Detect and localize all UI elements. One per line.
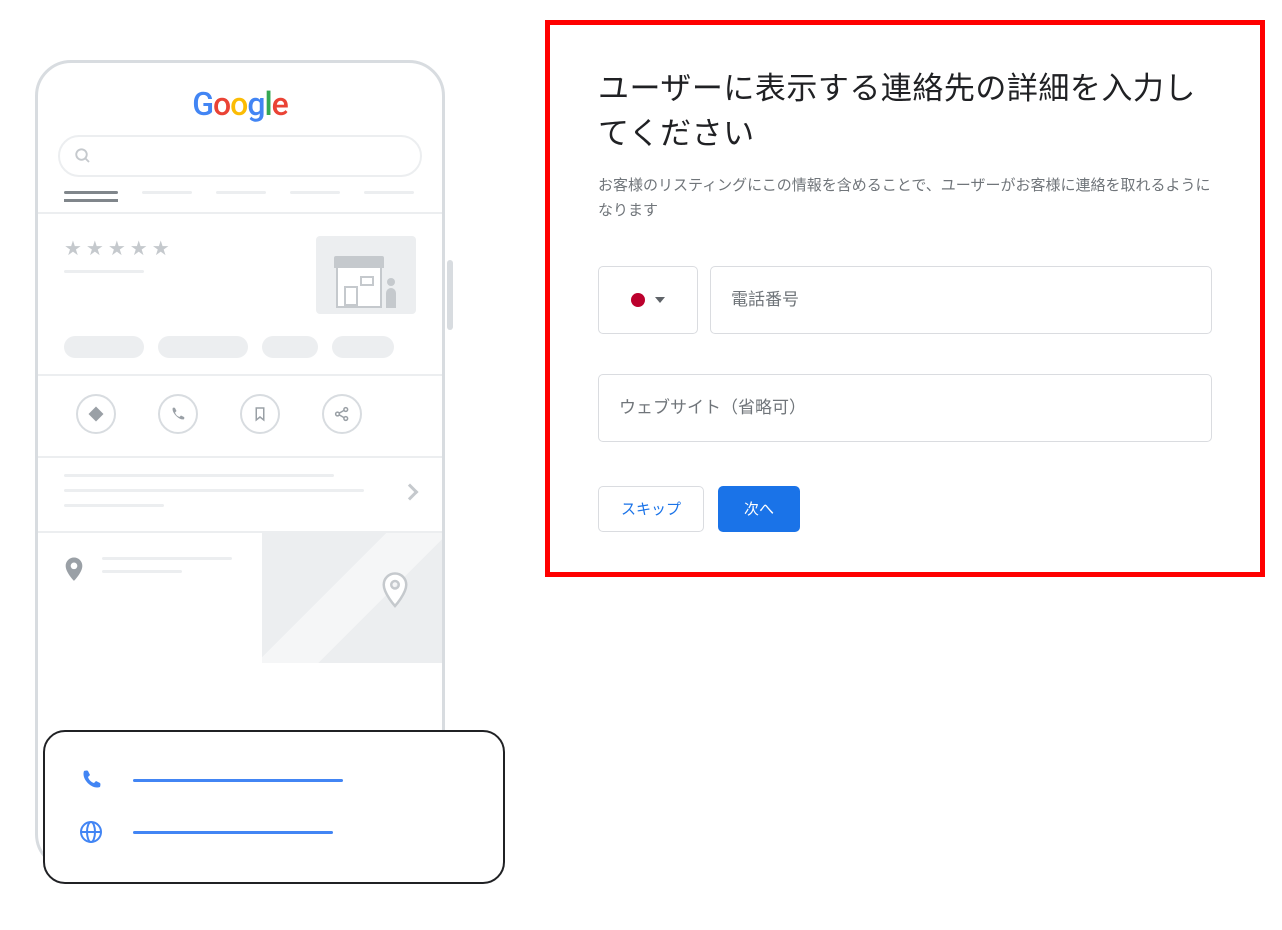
form-subtitle: お客様のリスティングにこの情報を含めることで、ユーザーがお客様に連絡を取れるよう… bbox=[598, 173, 1212, 224]
star-rating-icon: ★★★★★ bbox=[64, 236, 174, 260]
directions-icon bbox=[76, 394, 116, 434]
mock-thumbnail bbox=[316, 236, 416, 314]
phone-side-button bbox=[447, 260, 453, 330]
bookmark-icon bbox=[240, 394, 280, 434]
google-logo: Google bbox=[58, 85, 422, 123]
globe-icon bbox=[79, 820, 103, 844]
phone-number-input[interactable] bbox=[710, 266, 1212, 334]
mock-tabs bbox=[58, 191, 422, 194]
pin-icon bbox=[64, 557, 84, 587]
share-icon bbox=[322, 394, 362, 434]
mock-info-block bbox=[58, 458, 422, 531]
contact-popup bbox=[43, 730, 505, 884]
country-code-select[interactable] bbox=[598, 266, 698, 334]
form-buttons: スキップ 次へ bbox=[598, 486, 1212, 532]
contact-form-panel: ユーザーに表示する連絡先の詳細を入力してください お客様のリスティングにこの情報… bbox=[545, 20, 1265, 577]
skip-button[interactable]: スキップ bbox=[598, 486, 704, 532]
chevron-right-icon bbox=[402, 484, 419, 501]
japan-flag-icon bbox=[631, 293, 645, 307]
phone-icon bbox=[79, 768, 103, 792]
chevron-down-icon bbox=[655, 297, 665, 303]
website-input[interactable] bbox=[598, 374, 1212, 442]
mock-pills bbox=[58, 330, 422, 374]
form-title: ユーザーに表示する連絡先の詳細を入力してください bbox=[598, 67, 1212, 157]
next-button[interactable]: 次へ bbox=[718, 486, 800, 532]
mock-result-card: ★★★★★ bbox=[58, 214, 422, 330]
popup-website-row bbox=[75, 806, 473, 858]
mock-action-icons bbox=[58, 376, 422, 456]
call-icon bbox=[158, 394, 198, 434]
popup-phone-row bbox=[75, 754, 473, 806]
phone-mockup: Google ★★★★★ bbox=[35, 60, 445, 870]
mock-map-block bbox=[58, 533, 422, 587]
phone-input-row bbox=[598, 266, 1212, 334]
mock-search-bar bbox=[58, 135, 422, 177]
search-icon bbox=[74, 147, 92, 165]
